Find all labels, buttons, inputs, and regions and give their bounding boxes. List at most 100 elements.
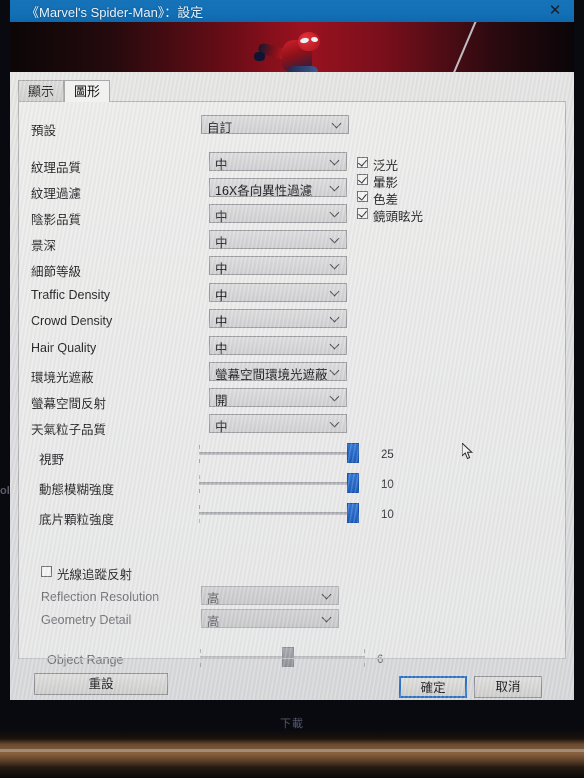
- chevron-down-icon: [331, 341, 340, 350]
- slider-field-of-view[interactable]: [199, 443, 359, 463]
- checkbox-ray-traced-reflections-box: [41, 566, 52, 577]
- monitor-photo: 下載 管理 ol 《Marvel's Spider-Man》：設定 ✕ 顯示 圖…: [0, 0, 584, 778]
- label-level-of-detail: 細節等級: [31, 265, 82, 279]
- dropdown-traffic-density-value: 中: [215, 289, 228, 303]
- tab-graphics[interactable]: 圖形: [64, 80, 111, 102]
- dropdown-ambient-occlusion[interactable]: 螢幕空間環境光遮蔽: [209, 362, 347, 382]
- slider-object-range[interactable]: [200, 647, 365, 667]
- dropdown-level-of-detail-value: 中: [215, 262, 228, 276]
- label-object-range: Object Range: [47, 653, 124, 667]
- dropdown-depth-of-field[interactable]: 中: [209, 230, 347, 250]
- dropdown-screen-space-reflections[interactable]: 開: [209, 388, 347, 408]
- checkbox-bloom-box: [357, 157, 368, 168]
- web-line-decoration: [452, 22, 479, 72]
- dropdown-shadow-quality[interactable]: 中: [209, 204, 347, 224]
- mouse-cursor-icon: [462, 443, 474, 460]
- dropdown-hair-quality[interactable]: 中: [209, 336, 347, 356]
- label-motion-blur-strength: 動態模糊強度: [39, 483, 115, 497]
- chevron-down-icon: [331, 261, 340, 270]
- close-icon[interactable]: ✕: [544, 1, 566, 21]
- label-texture-filtering: 紋理過濾: [31, 187, 82, 201]
- chevron-down-icon: [331, 157, 340, 166]
- slider-film-grain-strength[interactable]: [199, 503, 359, 523]
- slider-track: [199, 512, 354, 515]
- label-shadow-quality: 陰影品質: [31, 213, 82, 227]
- dropdown-hair-quality-value: 中: [215, 342, 228, 356]
- dropdown-weather-particle-quality[interactable]: 中: [209, 414, 347, 434]
- checkbox-vignette-box: [357, 174, 368, 185]
- dropdown-reflection-resolution[interactable]: 高: [201, 586, 339, 606]
- cancel-button[interactable]: 取消: [474, 676, 542, 698]
- dropdown-shadow-quality-value: 中: [215, 210, 228, 224]
- window-title: 《Marvel's Spider-Man》：設定: [26, 5, 204, 20]
- label-reflection-resolution: Reflection Resolution: [41, 590, 160, 604]
- checkbox-lens-flare-label: 鏡頭眩光: [373, 210, 424, 224]
- slider-track: [199, 452, 354, 455]
- chevron-down-icon: [331, 235, 340, 244]
- checkbox-chromatic-aberration-box: [357, 191, 368, 202]
- label-ambient-occlusion: 環境光遮蔽: [31, 371, 94, 385]
- value-motion-blur-strength: 10: [381, 479, 394, 491]
- window-titlebar: 《Marvel's Spider-Man》：設定 ✕: [10, 0, 574, 22]
- dropdown-geometry-detail[interactable]: 高: [201, 609, 339, 629]
- dropdown-reflection-resolution-value: 高: [207, 592, 220, 606]
- reset-button[interactable]: 重設: [34, 673, 168, 695]
- chevron-down-icon: [331, 209, 340, 218]
- chevron-down-icon: [331, 393, 340, 402]
- slider-thumb[interactable]: [282, 647, 294, 667]
- slider-thumb[interactable]: [347, 443, 359, 463]
- label-field-of-view: 視野: [39, 453, 65, 467]
- dropdown-traffic-density[interactable]: 中: [209, 283, 347, 303]
- settings-window: 《Marvel's Spider-Man》：設定 ✕ 顯示 圖形 預設 自訂 紋…: [10, 0, 574, 700]
- slider-thumb[interactable]: [347, 503, 359, 523]
- checkbox-lens-flare-box: [357, 208, 368, 219]
- label-preset: 預設: [31, 124, 57, 138]
- dropdown-crowd-density-value: 中: [215, 315, 228, 329]
- chevron-down-icon: [331, 419, 340, 428]
- dropdown-geometry-detail-value: 高: [207, 615, 220, 629]
- footer-divider: [18, 658, 564, 659]
- label-depth-of-field: 景深: [31, 239, 57, 253]
- desk-surface: [0, 730, 584, 778]
- dropdown-crowd-density[interactable]: 中: [209, 309, 347, 329]
- dropdown-screen-space-reflections-value: 開: [215, 394, 228, 408]
- graphics-tab-panel: 預設 自訂 紋理品質 中 紋理過濾 16X各向異性過濾 陰影品質 中 景深 中 …: [18, 101, 566, 667]
- dropdown-texture-quality-value: 中: [215, 158, 228, 172]
- label-hair-quality: Hair Quality: [31, 341, 97, 355]
- monitor-bottom-edge: [0, 749, 584, 752]
- slider-motion-blur-strength[interactable]: [199, 473, 359, 493]
- chevron-down-icon: [331, 183, 340, 192]
- dropdown-depth-of-field-value: 中: [215, 236, 228, 250]
- tab-strip: 顯示 圖形: [18, 80, 566, 102]
- chevron-down-icon: [323, 591, 332, 600]
- label-traffic-density: Traffic Density: [31, 288, 111, 302]
- chevron-down-icon: [331, 288, 340, 297]
- dropdown-preset[interactable]: 自訂: [201, 115, 349, 135]
- ok-button[interactable]: 確定: [399, 676, 467, 698]
- tab-display[interactable]: 顯示: [18, 80, 65, 102]
- chevron-down-icon: [331, 314, 340, 323]
- value-film-grain-strength: 10: [381, 509, 394, 521]
- label-crowd-density: Crowd Density: [31, 314, 113, 328]
- chevron-down-icon: [323, 614, 332, 623]
- value-field-of-view: 25: [381, 449, 394, 461]
- label-screen-space-reflections: 螢幕空間反射: [31, 397, 107, 411]
- value-object-range: 6: [377, 654, 384, 666]
- settings-dialog-body: 顯示 圖形 預設 自訂 紋理品質 中 紋理過濾 16X各向異性過濾 陰影品質 中…: [10, 72, 574, 700]
- dropdown-preset-value: 自訂: [207, 121, 233, 135]
- desktop-left-edge-text: ol: [0, 485, 10, 497]
- dropdown-texture-filtering-value: 16X各向異性過濾: [215, 184, 313, 198]
- dropdown-level-of-detail[interactable]: 中: [209, 256, 347, 276]
- label-film-grain-strength: 底片顆粒強度: [39, 513, 115, 527]
- dropdown-weather-particle-quality-value: 中: [215, 420, 228, 434]
- game-banner-image: [10, 22, 574, 72]
- slider-thumb[interactable]: [347, 473, 359, 493]
- dropdown-texture-filtering[interactable]: 16X各向異性過濾: [209, 178, 347, 198]
- label-weather-particle-quality: 天氣粒子品質: [31, 423, 107, 437]
- chevron-down-icon: [333, 120, 342, 129]
- spider-man-artwork: [254, 30, 332, 72]
- dropdown-texture-quality[interactable]: 中: [209, 152, 347, 172]
- label-texture-quality: 紋理品質: [31, 161, 82, 175]
- slider-track: [199, 482, 354, 485]
- dropdown-ambient-occlusion-value: 螢幕空間環境光遮蔽: [215, 368, 328, 382]
